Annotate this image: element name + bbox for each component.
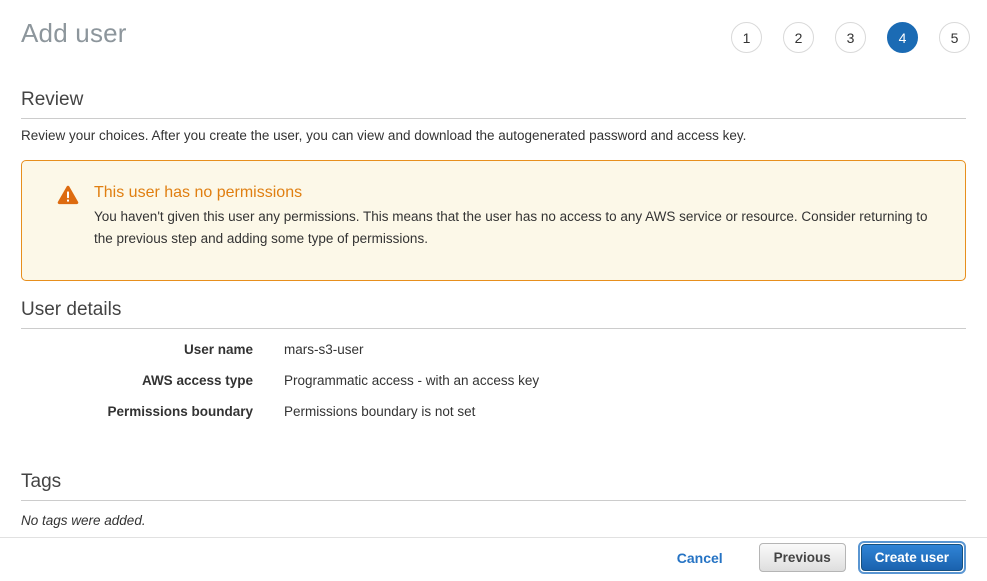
page-title: Add user xyxy=(21,18,127,49)
warning-triangle-icon xyxy=(57,185,79,210)
create-user-button[interactable]: Create user xyxy=(861,544,963,571)
user-details-list: User name mars-s3-user AWS access type P… xyxy=(21,342,966,435)
detail-label: Permissions boundary xyxy=(21,404,253,419)
tags-empty-message: No tags were added. xyxy=(21,513,966,528)
step-3[interactable]: 3 xyxy=(835,22,866,53)
detail-row-permissions-boundary: Permissions boundary Permissions boundar… xyxy=(21,404,966,435)
review-section-heading: Review xyxy=(21,89,966,119)
step-2[interactable]: 2 xyxy=(783,22,814,53)
previous-button[interactable]: Previous xyxy=(759,543,846,572)
detail-row-access-type: AWS access type Programmatic access - wi… xyxy=(21,373,966,404)
detail-label: User name xyxy=(21,342,253,357)
detail-value: Programmatic access - with an access key xyxy=(284,373,539,388)
no-permissions-warning-banner: This user has no permissions You haven't… xyxy=(21,160,966,281)
create-user-focus-ring: Create user xyxy=(858,541,966,574)
tags-section-heading: Tags xyxy=(21,471,966,501)
step-indicator: 1 2 3 4 5 xyxy=(731,22,970,53)
warning-body: You haven't given this user any permissi… xyxy=(94,206,929,250)
wizard-header: Add user 1 2 3 4 5 xyxy=(0,0,987,70)
step-4-active[interactable]: 4 xyxy=(887,22,918,53)
main-content: Review Review your choices. After you cr… xyxy=(0,89,987,528)
detail-row-user-name: User name mars-s3-user xyxy=(21,342,966,373)
review-description: Review your choices. After you create th… xyxy=(21,128,966,143)
detail-label: AWS access type xyxy=(21,373,253,388)
detail-value: mars-s3-user xyxy=(284,342,364,357)
warning-title: This user has no permissions xyxy=(94,184,929,202)
cancel-link[interactable]: Cancel xyxy=(677,550,723,566)
wizard-footer: Cancel Previous Create user xyxy=(0,537,987,581)
warning-text-block: This user has no permissions You haven't… xyxy=(94,184,929,250)
step-5[interactable]: 5 xyxy=(939,22,970,53)
detail-value: Permissions boundary is not set xyxy=(284,404,475,419)
step-1[interactable]: 1 xyxy=(731,22,762,53)
user-details-section-heading: User details xyxy=(21,299,966,329)
